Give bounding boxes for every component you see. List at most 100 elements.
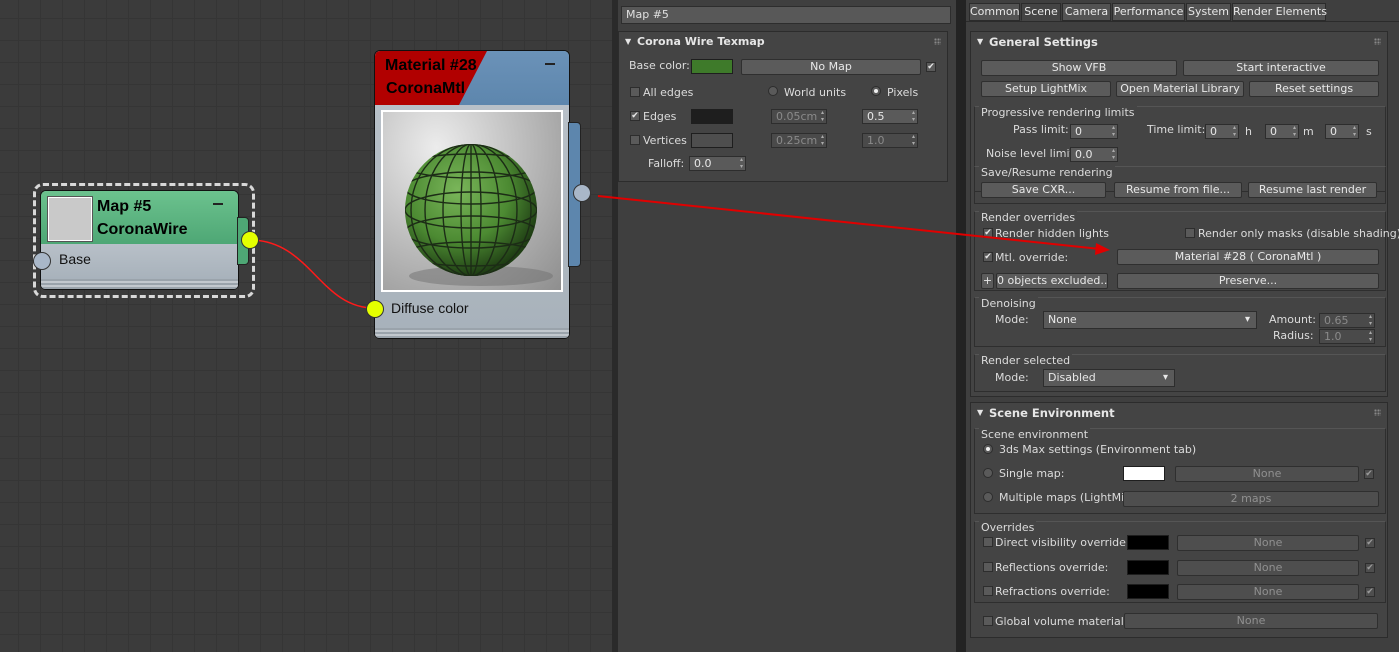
edges-checkbox[interactable]: ✔ — [630, 111, 640, 121]
exclude-add-button[interactable]: + — [981, 273, 994, 289]
drag-grip-icon[interactable] — [1374, 409, 1381, 416]
pass-limit-spinner[interactable]: 0 — [1070, 124, 1118, 139]
tab-common[interactable]: Common — [969, 3, 1020, 21]
time-seconds-spinner[interactable]: 0 — [1325, 124, 1359, 139]
base-color-label: Base color: — [629, 59, 690, 72]
reflections-color[interactable] — [1127, 560, 1169, 575]
show-vfb-button[interactable]: Show VFB — [981, 60, 1177, 76]
all-edges-checkbox[interactable] — [630, 87, 640, 97]
refractions-map-button[interactable]: None — [1177, 584, 1359, 600]
render-setup-panel: Common Scene Camera Performance System R… — [966, 0, 1399, 652]
vertices-color-swatch[interactable] — [691, 133, 733, 148]
render-overrides-title: Render overrides — [979, 211, 1078, 224]
time-minutes-spinner[interactable]: 0 — [1265, 124, 1299, 139]
direct-visibility-checkbox[interactable] — [983, 537, 993, 547]
splitter-right[interactable] — [956, 0, 966, 652]
open-material-library-button[interactable]: Open Material Library — [1116, 81, 1244, 97]
refractions-map-checkbox[interactable]: ✔ — [1365, 587, 1375, 597]
time-hours-spinner[interactable]: 0 — [1205, 124, 1239, 139]
map-node-output-socket[interactable] — [241, 231, 259, 249]
setup-lightmix-button[interactable]: Setup LightMix — [981, 81, 1111, 97]
material-node-title: Material #28 — [385, 57, 477, 74]
direct-visibility-color[interactable] — [1127, 535, 1169, 550]
vertices-checkbox[interactable] — [630, 135, 640, 145]
scene-environment-header[interactable]: ▼ Scene Environment — [971, 403, 1387, 423]
radius-spinner[interactable]: 1.0 — [1319, 329, 1375, 344]
mtl-override-checkbox[interactable]: ✔ — [983, 252, 993, 262]
preserve-button[interactable]: Preserve... — [1117, 273, 1379, 289]
texmap-name-field[interactable]: Map #5 — [621, 6, 951, 24]
amount-label: Amount: — [1269, 313, 1316, 326]
base-map-enable-checkbox[interactable]: ✔ — [926, 62, 936, 72]
render-hidden-lights-checkbox[interactable]: ✔ — [983, 228, 993, 238]
map-node[interactable]: Map #5 CoronaWire Base — [41, 191, 238, 289]
falloff-label: Falloff: — [648, 157, 685, 170]
pixels-label: Pixels — [887, 86, 919, 99]
env-multiple-radio[interactable] — [983, 492, 993, 502]
tab-render-elements[interactable]: Render Elements — [1232, 3, 1327, 21]
map-node-socket-label: Base — [59, 251, 91, 267]
material-node-output-socket[interactable] — [573, 184, 591, 202]
vertices-world-spinner[interactable]: 0.25cm — [771, 133, 827, 148]
env-single-map-checkbox[interactable]: ✔ — [1364, 469, 1374, 479]
global-volume-button[interactable]: None — [1124, 613, 1378, 629]
direct-visibility-map-button[interactable]: None — [1177, 535, 1359, 551]
render-only-masks-label: Render only masks (disable shading) — [1198, 227, 1399, 240]
denoising-group: Denoising Mode: None Amount: 0.65 Radius… — [974, 297, 1386, 347]
global-volume-checkbox[interactable] — [983, 616, 993, 626]
material-node-minimize-icon[interactable] — [545, 63, 555, 65]
env-multiple-maps-button[interactable]: 2 maps — [1123, 491, 1379, 507]
reflections-map-button[interactable]: None — [1177, 560, 1359, 576]
map-node-minimize-icon[interactable] — [213, 203, 223, 205]
world-units-label: World units — [784, 86, 847, 99]
corona-wire-rollout-header[interactable]: ▼ Corona Wire Texmap — [619, 32, 947, 52]
refractions-color[interactable] — [1127, 584, 1169, 599]
falloff-spinner[interactable]: 0.0 — [689, 156, 746, 171]
drag-grip-icon[interactable] — [1374, 38, 1381, 45]
pixels-radio[interactable] — [871, 86, 881, 96]
objects-excluded-button[interactable]: 0 objects excluded... — [996, 273, 1108, 289]
mtl-override-button[interactable]: Material #28 ( CoronaMtl ) — [1117, 249, 1379, 265]
edges-pixel-spinner[interactable]: 0.5 — [862, 109, 918, 124]
collapse-triangle-icon: ▼ — [977, 37, 984, 46]
env-3dsmax-radio[interactable] — [983, 444, 993, 454]
world-units-radio[interactable] — [768, 86, 778, 96]
reflections-map-checkbox[interactable]: ✔ — [1365, 563, 1375, 573]
tab-performance[interactable]: Performance — [1112, 3, 1185, 21]
general-settings-header[interactable]: ▼ General Settings — [971, 32, 1387, 52]
base-map-button[interactable]: No Map — [741, 59, 921, 75]
resume-last-render-button[interactable]: Resume last render — [1248, 182, 1377, 198]
render-selected-mode-dropdown[interactable]: Disabled — [1043, 369, 1175, 387]
env-single-radio[interactable] — [983, 468, 993, 478]
refractions-checkbox[interactable] — [983, 586, 993, 596]
direct-visibility-map-checkbox[interactable]: ✔ — [1365, 538, 1375, 548]
base-color-swatch[interactable] — [691, 59, 733, 74]
direct-visibility-label: Direct visibility override: — [995, 536, 1130, 549]
material-node[interactable]: Material #28 CoronaMtl Diffuse color — [375, 51, 569, 338]
node-wire — [249, 239, 375, 309]
save-cxr-button[interactable]: Save CXR... — [981, 182, 1106, 198]
edges-color-swatch[interactable] — [691, 109, 733, 124]
all-edges-label: All edges — [643, 86, 694, 99]
map-node-base-input-socket[interactable] — [33, 252, 51, 270]
collapse-triangle-icon: ▼ — [625, 37, 632, 46]
start-interactive-button[interactable]: Start interactive — [1183, 60, 1379, 76]
resume-from-file-button[interactable]: Resume from file... — [1114, 182, 1242, 198]
tab-scene[interactable]: Scene — [1021, 3, 1061, 21]
env-single-color-swatch[interactable] — [1123, 466, 1165, 481]
reset-settings-button[interactable]: Reset settings — [1249, 81, 1379, 97]
amount-spinner[interactable]: 0.65 — [1319, 313, 1375, 328]
env-single-map-button[interactable]: None — [1175, 466, 1359, 482]
edges-world-spinner[interactable]: 0.05cm — [771, 109, 827, 124]
tab-system[interactable]: System — [1186, 3, 1231, 21]
drag-grip-icon[interactable] — [934, 38, 941, 45]
vertices-pixel-spinner[interactable]: 1.0 — [862, 133, 918, 148]
material-node-diffuse-input-socket[interactable] — [366, 300, 384, 318]
tab-camera[interactable]: Camera — [1062, 3, 1111, 21]
reflections-checkbox[interactable] — [983, 562, 993, 572]
node-editor-canvas[interactable]: Map #5 CoronaWire Base Material #28 Coro… — [0, 0, 612, 652]
render-only-masks-checkbox[interactable] — [1185, 228, 1195, 238]
noise-limit-spinner[interactable]: 0.0 — [1070, 147, 1118, 162]
render-selected-group: Render selected Mode: Disabled — [974, 354, 1386, 392]
denoise-mode-dropdown[interactable]: None — [1043, 311, 1257, 329]
